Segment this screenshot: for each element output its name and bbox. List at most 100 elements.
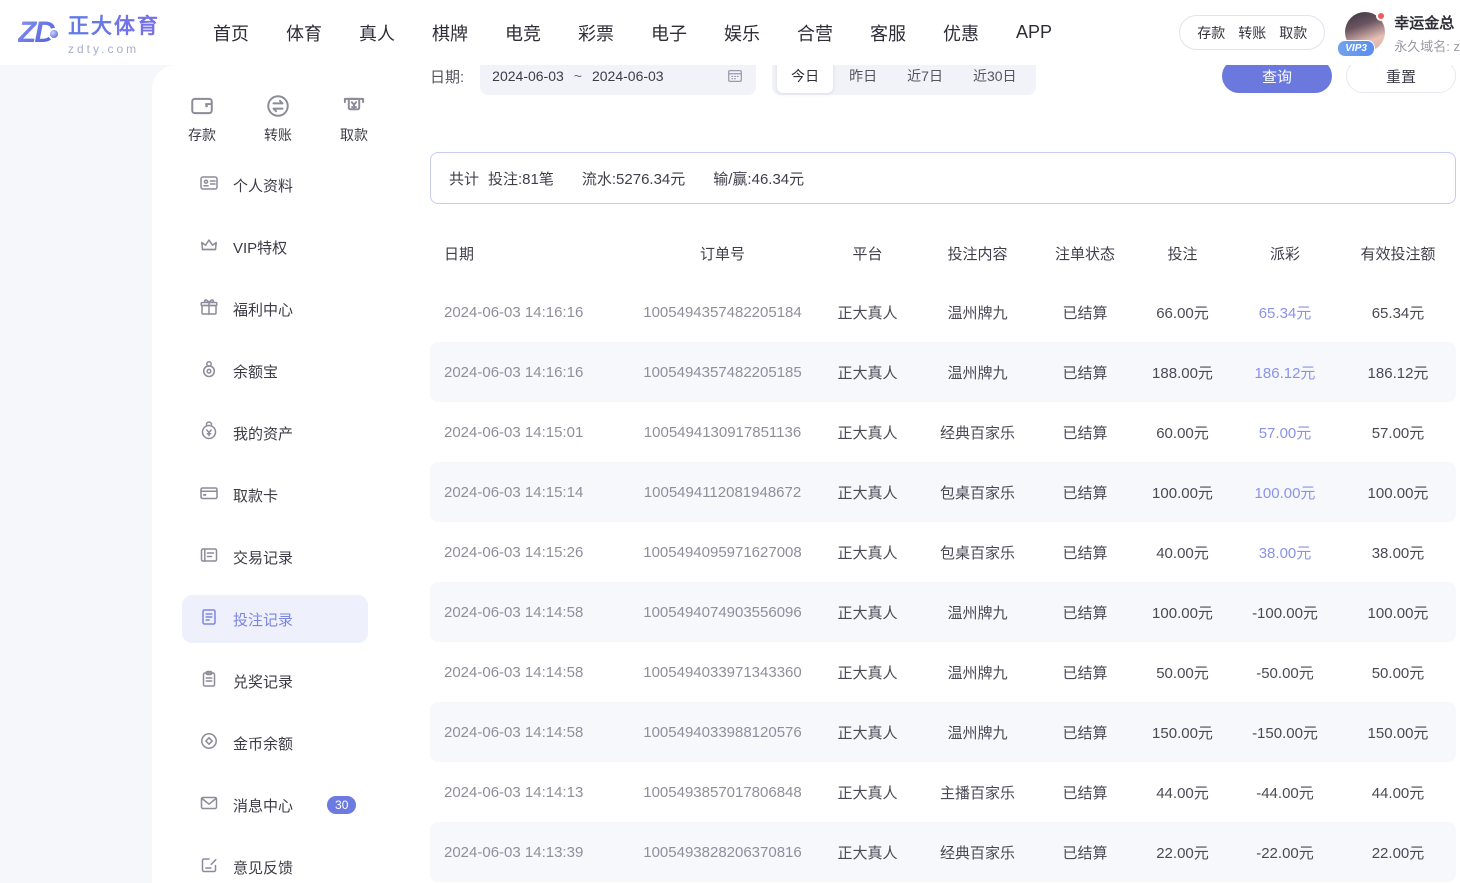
withdraw-link[interactable]: 取款: [1279, 23, 1307, 43]
cell-status: 已结算: [1035, 362, 1135, 383]
table-row: 2024-06-03 14:14:58 1005494033988120576 …: [430, 702, 1456, 762]
brand-logo[interactable]: ZD 正大体育 zdty.com: [18, 10, 160, 56]
sidebar-item-label: 个人资料: [233, 175, 293, 196]
nav-item[interactable]: 电竞: [505, 20, 541, 46]
deposit-link[interactable]: 存款: [1197, 23, 1225, 43]
cell-payout: -100.00元: [1230, 602, 1340, 623]
cell-date: 2024-06-03 14:16:16: [430, 304, 630, 321]
cell-payout: -50.00元: [1230, 662, 1340, 683]
nav-item[interactable]: 电子: [651, 20, 687, 46]
nav-item[interactable]: 体育: [286, 20, 322, 46]
cell-valid-amount: 150.00元: [1340, 722, 1456, 743]
sidebar-item-label: 投注记录: [233, 609, 293, 630]
cell-platform: 正大真人: [815, 362, 920, 383]
cell-payout: 186.12元: [1230, 362, 1340, 383]
cell-bet-content: 温州牌九: [920, 662, 1035, 683]
quick-action-label: 存款: [188, 125, 216, 145]
table-row: 2024-06-03 14:15:26 1005494095971627008 …: [430, 522, 1456, 582]
feedback-icon: [199, 855, 219, 880]
cell-platform: 正大真人: [815, 302, 920, 323]
sidebar-item-label: 余额宝: [233, 361, 278, 382]
cell-order-number: 1005494357482205184: [630, 304, 815, 321]
nav-item[interactable]: 棋牌: [432, 20, 468, 46]
wallet-actions-pill: 存款 转账 取款: [1179, 15, 1325, 50]
column-header: 订单号: [630, 243, 815, 264]
column-header: 有效投注额: [1340, 243, 1456, 264]
deposit-wallet-icon: [189, 93, 215, 119]
sidebar-item-assets[interactable]: 我的资产: [182, 409, 368, 457]
quick-action-transfer[interactable]: 转账: [254, 93, 302, 145]
cell-bet-amount: 150.00元: [1135, 722, 1230, 743]
cell-order-number: 1005493828206370816: [630, 844, 815, 861]
sidebar-item-coin-balance[interactable]: 金币余额: [182, 719, 368, 767]
cell-bet-content: 温州牌九: [920, 362, 1035, 383]
bank-card-icon: [199, 483, 219, 508]
cell-status: 已结算: [1035, 842, 1135, 863]
column-header: 派彩: [1230, 243, 1340, 264]
sidebar-item-transactions[interactable]: 交易记录: [182, 533, 368, 581]
table-row: 2024-06-03 14:14:13 1005493857017806848 …: [430, 762, 1456, 822]
sidebar-item-withdraw-card[interactable]: 取款卡: [182, 471, 368, 519]
cell-status: 已结算: [1035, 662, 1135, 683]
nav-item[interactable]: 合营: [797, 20, 833, 46]
nav-item[interactable]: 娱乐: [724, 20, 760, 46]
cell-bet-content: 主播百家乐: [920, 782, 1035, 803]
date-separator: ~: [574, 68, 582, 84]
table-header-row: 日期 订单号 平台 投注内容 注单状态 投注 派彩 有效投注额: [430, 224, 1456, 282]
sidebar-item-profile[interactable]: 个人资料: [182, 161, 368, 209]
quick-action-label: 取款: [340, 125, 368, 145]
cell-bet-amount: 60.00元: [1135, 422, 1230, 443]
username: 幸运金总: [1394, 12, 1460, 33]
transfer-link[interactable]: 转账: [1238, 23, 1266, 43]
quick-action-deposit[interactable]: 存款: [178, 93, 226, 145]
cell-payout: 38.00元: [1230, 542, 1340, 563]
sidebar-item-vip[interactable]: VIP特权: [182, 223, 368, 271]
cell-platform: 正大真人: [815, 542, 920, 563]
nav-item[interactable]: 彩票: [578, 20, 614, 46]
table-row: 2024-06-03 14:16:16 1005494357482205184 …: [430, 282, 1456, 342]
cell-status: 已结算: [1035, 542, 1135, 563]
cell-order-number: 1005494095971627008: [630, 544, 815, 561]
quick-action-withdraw[interactable]: 取款: [330, 93, 378, 145]
sidebar-item-messages[interactable]: 消息中心 30: [182, 781, 368, 829]
cell-status: 已结算: [1035, 722, 1135, 743]
cell-platform: 正大真人: [815, 422, 920, 443]
sidebar-item-feedback[interactable]: 意见反馈: [182, 843, 368, 883]
cell-payout: -44.00元: [1230, 782, 1340, 803]
cell-order-number: 1005494033988120576: [630, 724, 815, 741]
user-block[interactable]: VIP3 幸运金总 永久域名: z: [1345, 10, 1460, 55]
cell-payout: 100.00元: [1230, 482, 1340, 503]
withdraw-icon: [341, 93, 367, 119]
nav-item[interactable]: 客服: [870, 20, 906, 46]
cell-bet-content: 经典百家乐: [920, 842, 1035, 863]
sidebar-item-yuebao[interactable]: 余额宝: [182, 347, 368, 395]
calendar-icon: [726, 67, 744, 85]
nav-item[interactable]: 优惠: [943, 20, 979, 46]
cell-order-number: 1005494074903556096: [630, 604, 815, 621]
nav-item[interactable]: 真人: [359, 20, 395, 46]
cell-status: 已结算: [1035, 422, 1135, 443]
sidebar-item-label: 金币余额: [233, 733, 293, 754]
date-end-value: 2024-06-03: [592, 68, 664, 84]
cell-bet-amount: 40.00元: [1135, 542, 1230, 563]
nav-item[interactable]: APP: [1016, 22, 1052, 43]
top-header: ZD 正大体育 zdty.com 首页 体育 真人 棋牌 电竞 彩票 电子 娱乐…: [0, 0, 1460, 65]
gift-icon: [199, 297, 219, 322]
cell-bet-content: 温州牌九: [920, 722, 1035, 743]
sidebar-item-bet-records[interactable]: 投注记录: [182, 595, 368, 643]
transfer-icon: [265, 93, 291, 119]
sidebar: 存款 转账 取款 个人资料 VIP特权: [152, 65, 430, 883]
sidebar-item-label: VIP特权: [233, 237, 287, 258]
cell-date: 2024-06-03 14:15:14: [430, 484, 630, 501]
summary-win-loss: 输/赢:46.34元: [713, 168, 804, 189]
sidebar-item-prize-records[interactable]: 兑奖记录: [182, 657, 368, 705]
sidebar-item-label: 意见反馈: [233, 857, 293, 878]
cell-order-number: 1005494033971343360: [630, 664, 815, 681]
summary-total-label: 共计: [449, 168, 479, 189]
sidebar-item-welfare[interactable]: 福利中心: [182, 285, 368, 333]
cell-bet-amount: 100.00元: [1135, 602, 1230, 623]
clipboard-icon: [199, 669, 219, 694]
cell-bet-amount: 44.00元: [1135, 782, 1230, 803]
brand-logo-mark: ZD: [18, 16, 58, 50]
nav-item[interactable]: 首页: [213, 20, 249, 46]
